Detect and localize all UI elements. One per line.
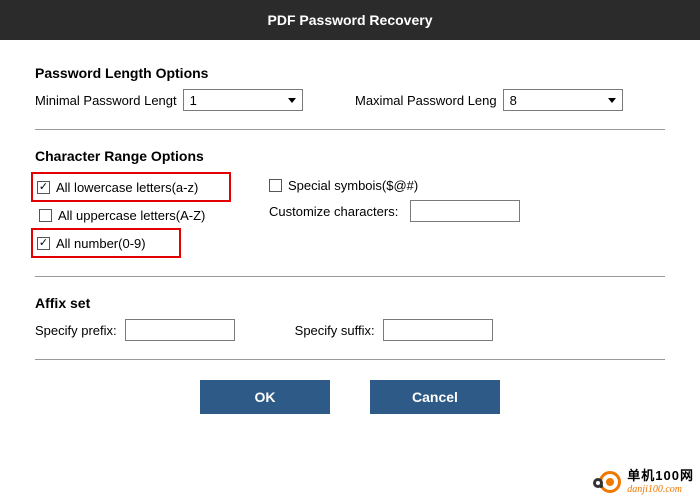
- watermark-en: danji100.com: [627, 484, 694, 495]
- min-length-label: Minimal Password Lengt: [35, 93, 177, 108]
- watermark: 单机100网 danji100.com: [593, 468, 694, 496]
- divider: [35, 129, 665, 130]
- highlight-lowercase: All lowercase letters(a-z): [31, 172, 231, 202]
- cancel-button-label: Cancel: [412, 389, 458, 405]
- ok-button[interactable]: OK: [200, 380, 330, 414]
- max-length-group: Maximal Password Leng 8: [355, 89, 665, 111]
- suffix-label: Specify suffix:: [295, 323, 375, 338]
- char-range-grid: All lowercase letters(a-z) All uppercase…: [35, 172, 665, 258]
- window-title: PDF Password Recovery: [268, 12, 433, 28]
- uppercase-label: All uppercase letters(A-Z): [58, 208, 205, 223]
- max-length-value: 8: [510, 93, 517, 108]
- lowercase-label: All lowercase letters(a-z): [56, 180, 198, 195]
- divider: [35, 276, 665, 277]
- min-length-value: 1: [190, 93, 197, 108]
- numbers-label: All number(0-9): [56, 236, 146, 251]
- watermark-cn: 单机100网: [627, 469, 694, 483]
- divider: [35, 359, 665, 360]
- chevron-down-icon: [288, 98, 296, 103]
- suffix-input[interactable]: [383, 319, 493, 341]
- cancel-button[interactable]: Cancel: [370, 380, 500, 414]
- prefix-input[interactable]: [125, 319, 235, 341]
- min-length-select[interactable]: 1: [183, 89, 303, 111]
- button-row: OK Cancel: [35, 380, 665, 414]
- customize-input[interactable]: [410, 200, 520, 222]
- symbols-row: Special symbois($@#): [265, 172, 665, 198]
- watermark-text: 单机100网 danji100.com: [627, 469, 694, 494]
- max-length-label: Maximal Password Leng: [355, 93, 497, 108]
- lowercase-row: All lowercase letters(a-z): [33, 174, 229, 200]
- affix-section-title: Affix set: [35, 295, 665, 311]
- symbols-label: Special symbois($@#): [288, 178, 418, 193]
- char-range-right-col: Special symbois($@#) Customize character…: [265, 172, 665, 258]
- affix-row: Specify prefix: Specify suffix:: [35, 319, 665, 341]
- prefix-label: Specify prefix:: [35, 323, 117, 338]
- uppercase-row: All uppercase letters(A-Z): [35, 202, 265, 228]
- highlight-numbers: All number(0-9): [31, 228, 181, 258]
- window-titlebar: PDF Password Recovery: [0, 0, 700, 40]
- dialog-content: Password Length Options Minimal Password…: [0, 40, 700, 414]
- uppercase-checkbox[interactable]: [39, 209, 52, 222]
- numbers-checkbox[interactable]: [37, 237, 50, 250]
- length-section-title: Password Length Options: [35, 65, 665, 81]
- customize-row: Customize characters:: [265, 198, 665, 224]
- numbers-row: All number(0-9): [33, 230, 179, 256]
- lowercase-checkbox[interactable]: [37, 181, 50, 194]
- suffix-group: Specify suffix:: [295, 319, 493, 341]
- watermark-logo-icon: [593, 468, 621, 496]
- char-range-left-col: All lowercase letters(a-z) All uppercase…: [35, 172, 265, 258]
- char-range-section-title: Character Range Options: [35, 148, 665, 164]
- symbols-checkbox[interactable]: [269, 179, 282, 192]
- prefix-group: Specify prefix:: [35, 319, 235, 341]
- min-length-group: Minimal Password Lengt 1: [35, 89, 345, 111]
- length-row: Minimal Password Lengt 1 Maximal Passwor…: [35, 89, 665, 111]
- customize-label: Customize characters:: [269, 204, 398, 219]
- chevron-down-icon: [608, 98, 616, 103]
- max-length-select[interactable]: 8: [503, 89, 623, 111]
- ok-button-label: OK: [255, 389, 276, 405]
